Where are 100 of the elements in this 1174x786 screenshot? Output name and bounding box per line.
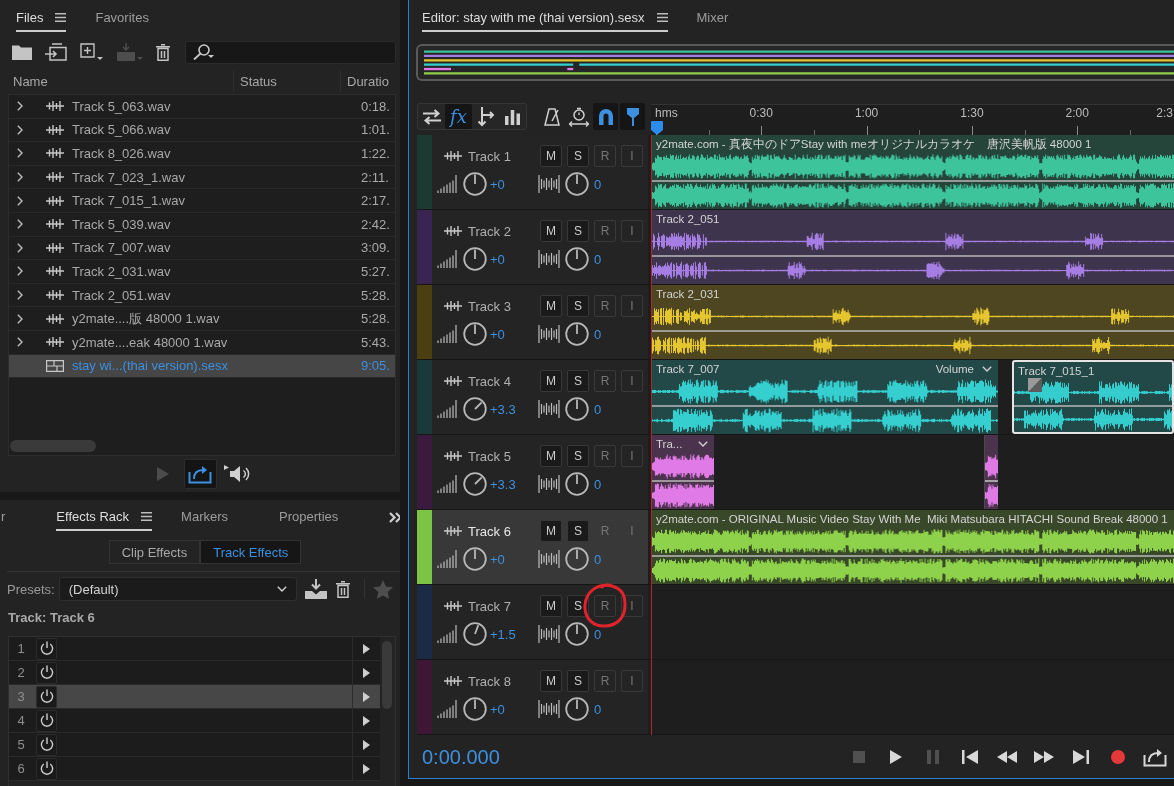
chevron-right-icon[interactable] [17,242,23,253]
menu-icon[interactable] [141,512,153,521]
track-toggle-button[interactable]: S [567,670,589,692]
panel-tab[interactable]: Editor: stay with me (thai version).sesx [422,8,668,32]
file-list-item[interactable]: y2mate....eak 48000 1.wav 5:43. [9,330,395,355]
audio-clip[interactable]: Tra... [651,435,714,509]
track-name[interactable]: Track 1 [468,148,534,164]
track-toggle-button[interactable]: M [540,220,562,242]
chevron-right-icon[interactable] [17,195,23,206]
file-list-item[interactable]: Track 7_023_1.wav 2:11. [9,165,395,190]
search-field[interactable] [185,40,396,64]
presets-dropdown[interactable]: (Default) [58,577,297,601]
panel-tab[interactable]: Effects Rack [56,507,153,531]
panel-tab[interactable]: Files [16,8,67,32]
folder-arrow-icon[interactable] [45,43,67,61]
snap-button[interactable] [593,103,618,130]
track-name[interactable]: Track 8 [468,673,534,689]
file-list-item[interactable]: Track 7_015_1.wav 2:17. [9,189,395,213]
track-toggle-button[interactable]: M [540,145,562,167]
panel-tab[interactable]: Properties [279,507,361,531]
trash-icon[interactable] [156,43,170,61]
overview-bar[interactable] [416,44,1174,81]
pan-knob[interactable] [565,247,589,271]
loop-button[interactable] [183,459,217,489]
pan-knob[interactable] [565,172,589,196]
chevron-down-icon[interactable] [698,441,708,447]
triangle-right-icon[interactable] [363,667,370,678]
power-button[interactable] [36,757,57,780]
vertical-scrollbar[interactable] [382,641,392,709]
pan-value[interactable]: 0 [594,176,602,192]
audio-clip[interactable]: y2mate.com - ORIGINAL Music Video Stay With Me Miki Matsubara HITACHI Sound Break 48000 1 [651,510,1174,584]
audio-clip[interactable]: Track 7_007 Volume [651,360,998,434]
trash-icon[interactable] [335,580,350,598]
file-list-item[interactable]: Track 5_063.wav 0:18. [9,95,395,119]
effect-slot[interactable]: 2 [9,661,380,685]
audio-clip[interactable]: Track 7_015_1 [1012,360,1174,434]
volume-value[interactable]: +3.3 [490,476,538,492]
volume-knob[interactable] [463,172,487,196]
file-list-item[interactable]: Track 5_066.wav 1:01. [9,118,395,143]
pan-value[interactable]: 0 [594,251,602,267]
mode-tab[interactable]: Track Effects [200,540,302,564]
volume-knob[interactable] [463,547,487,571]
column-header[interactable]: Duratio [340,70,400,92]
pan-knob[interactable] [565,397,589,421]
triangle-right-icon[interactable] [363,715,370,726]
chevron-right-icon[interactable] [17,313,23,324]
track-toggle-button[interactable]: M [540,595,562,617]
audio-clip[interactable]: Track 2_031 [651,285,1174,359]
track-name[interactable]: Track 5 [468,448,534,464]
chevron-right-icon[interactable] [17,219,23,230]
plus-box-icon[interactable] [80,43,104,61]
pan-knob[interactable] [565,697,589,721]
overflow-icon[interactable] [389,512,400,523]
track-toggle-button[interactable]: S [567,295,589,317]
pan-knob[interactable] [565,472,589,496]
file-list-item[interactable]: Track 2_031.wav 5:27. [9,260,395,284]
menu-icon[interactable] [55,13,67,22]
search-icon[interactable] [192,44,214,60]
audio-clip[interactable]: y2mate.com - 真夜中のドアStay with meオリジナルカラオケ 唐沢美帆版 48000 1 [651,135,1174,209]
chevron-right-icon[interactable] [17,101,23,112]
file-list-item[interactable]: Track 8_026.wav 1:22. [9,142,395,166]
track-toggle-button[interactable]: M [540,295,562,317]
timeline-ruler[interactable]: hms 0:30 1:00 1:30 2:00 2:3 [651,104,1174,135]
column-header[interactable]: Status [233,70,340,92]
track-toggle-button[interactable]: M [540,445,562,467]
column-header[interactable]: Name [0,70,233,92]
audio-clip[interactable]: Track 2_051 [651,210,1174,284]
volume-knob[interactable] [463,697,487,721]
power-button[interactable] [36,685,57,708]
track-name[interactable]: Track 2 [468,223,534,239]
pan-value[interactable]: 0 [594,551,602,567]
volume-value[interactable]: +0 [490,701,538,717]
volume-value[interactable]: +1.5 [490,626,538,642]
panel-tab[interactable]: r [1,507,28,531]
volume-value[interactable]: +0 [490,176,538,192]
playhead-icon[interactable] [651,121,663,135]
track-name[interactable]: Track 3 [468,298,534,314]
effect-slot[interactable]: 1 [9,637,380,661]
file-list-item[interactable]: Track 7_007.wav 3:09. [9,236,395,261]
panel-tab[interactable]: Markers [181,507,251,531]
power-button[interactable] [36,661,57,684]
file-list-item[interactable]: Track 5_039.wav 2:42. [9,212,395,237]
volume-value[interactable]: +0 [490,251,538,267]
file-list-item[interactable]: y2mate....版 48000 1.wav 5:28. [9,307,395,331]
chevron-right-icon[interactable] [17,290,23,301]
pan-knob[interactable] [565,547,589,571]
power-button[interactable] [36,733,57,756]
volume-value[interactable]: +3.3 [490,401,538,417]
folder-icon[interactable] [12,44,32,60]
track-toggle-button[interactable]: M [540,670,562,692]
volume-value[interactable]: +0 [490,551,538,567]
horizontal-scrollbar[interactable] [10,440,96,452]
effect-slot[interactable]: 5 [9,733,380,757]
effect-slot[interactable]: 4 [9,709,380,733]
fade-handle-icon[interactable] [1028,378,1042,392]
track-toggle-button[interactable]: S [567,520,589,542]
chevron-right-icon[interactable] [17,148,23,159]
track-name[interactable]: Track 6 [468,523,534,539]
pan-value[interactable]: 0 [594,326,602,342]
chevron-down-icon[interactable] [982,366,992,372]
